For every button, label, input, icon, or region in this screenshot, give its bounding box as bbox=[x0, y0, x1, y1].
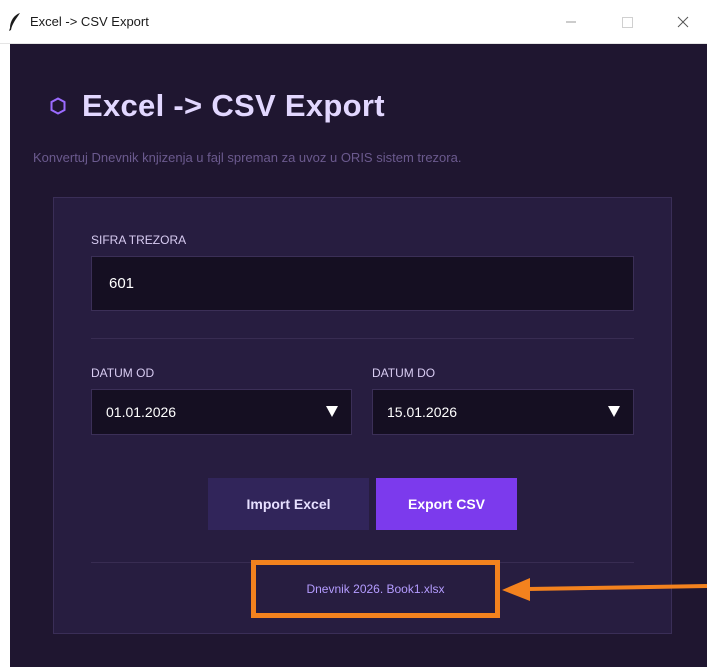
arrow-left-icon bbox=[502, 578, 707, 601]
minimize-icon bbox=[566, 21, 576, 23]
selected-file-name: Dnevnik 2026. Book1.xlsx bbox=[306, 582, 445, 596]
minimize-button[interactable] bbox=[548, 0, 594, 44]
caret-down-icon bbox=[608, 406, 620, 417]
datum-od-label: DATUM OD bbox=[91, 366, 155, 380]
caret-down-icon bbox=[326, 406, 338, 417]
hexagon-icon bbox=[50, 97, 66, 115]
datum-od-select[interactable]: 01.01.2026 bbox=[91, 389, 352, 435]
maximize-icon bbox=[621, 16, 633, 28]
feather-icon bbox=[9, 13, 20, 31]
sifra-trezora-input[interactable]: 601 bbox=[91, 256, 634, 311]
window-titlebar: Excel -> CSV Export bbox=[0, 0, 707, 44]
sifra-trezora-value: 601 bbox=[109, 275, 135, 292]
page-title: Excel -> CSV Export bbox=[82, 88, 385, 123]
page-subtitle: Konvertuj Dnevnik knjizenja u fajl sprem… bbox=[33, 150, 462, 165]
form-divider bbox=[91, 338, 634, 339]
datum-od-value: 01.01.2026 bbox=[106, 404, 177, 420]
datum-do-value: 15.01.2026 bbox=[387, 404, 458, 420]
datum-do-label: DATUM DO bbox=[372, 366, 436, 380]
selected-file-highlight: Dnevnik 2026. Book1.xlsx bbox=[251, 560, 500, 618]
maximize-button[interactable] bbox=[604, 0, 650, 44]
datum-do-select[interactable]: 15.01.2026 bbox=[372, 389, 634, 435]
close-button[interactable] bbox=[660, 0, 706, 44]
export-csv-button[interactable]: Export CSV bbox=[376, 478, 517, 530]
sifra-trezora-label: SIFRA TREZORA bbox=[91, 233, 187, 247]
close-icon bbox=[677, 16, 689, 28]
window-title: Excel -> CSV Export bbox=[30, 14, 149, 29]
page-heading: Excel -> CSV Export bbox=[50, 88, 385, 124]
import-excel-button[interactable]: Import Excel bbox=[208, 478, 369, 530]
